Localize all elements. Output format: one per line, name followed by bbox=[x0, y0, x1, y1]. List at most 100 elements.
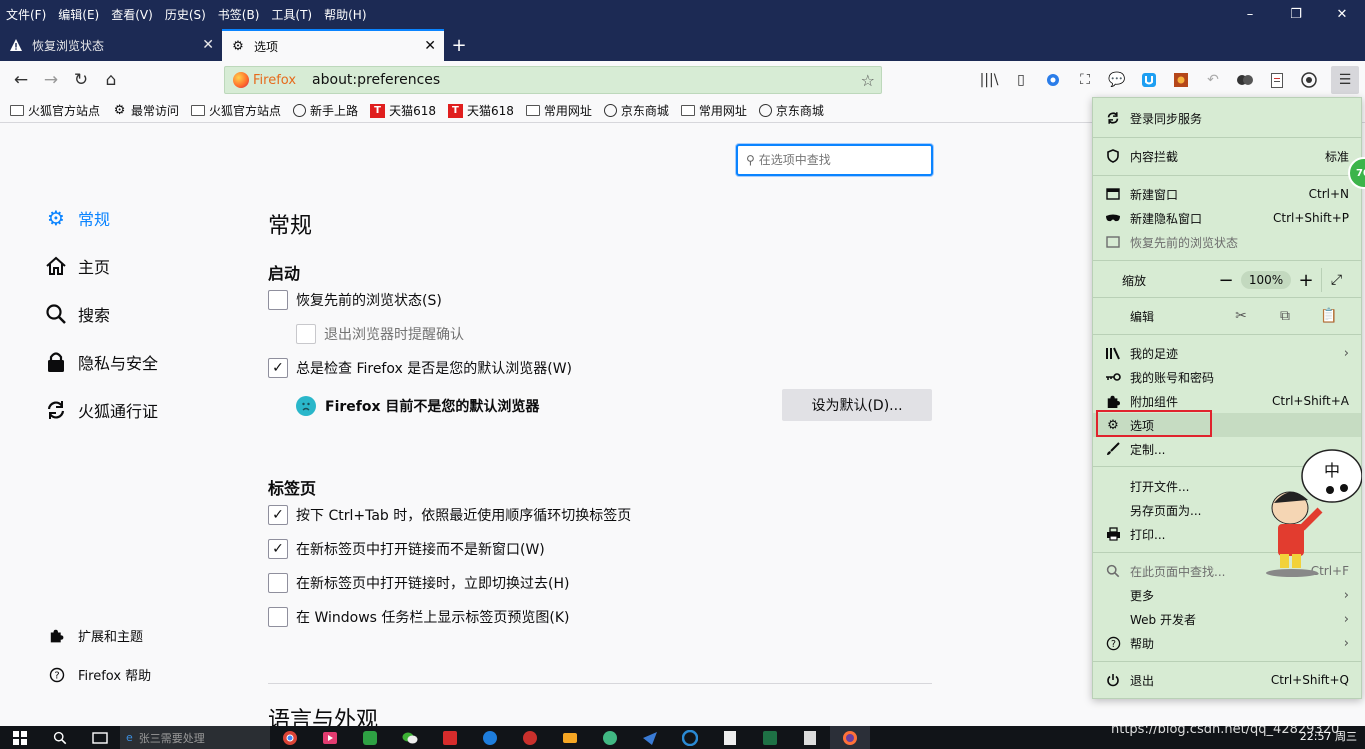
chrome-icon[interactable] bbox=[270, 726, 310, 749]
bookmark-item[interactable]: 常用网址 bbox=[680, 102, 747, 119]
search-icon[interactable] bbox=[40, 726, 80, 749]
bookmark-item[interactable]: 京东商城 bbox=[758, 102, 824, 119]
warn-on-quit-checkbox[interactable]: 退出浏览器时提醒确认 bbox=[296, 324, 464, 344]
firefox-icon[interactable] bbox=[830, 726, 870, 749]
menu-restore-session[interactable]: 恢复先前的浏览状态 bbox=[1093, 230, 1361, 254]
bookmark-item[interactable]: 火狐官方站点 bbox=[10, 102, 100, 119]
bookmark-item[interactable]: T 天猫618 bbox=[447, 102, 514, 119]
maximize-button[interactable]: ❐ bbox=[1273, 0, 1319, 29]
green-app-icon[interactable] bbox=[590, 726, 630, 749]
profile-icon[interactable] bbox=[1293, 61, 1325, 99]
pc-manager-icon[interactable] bbox=[350, 726, 390, 749]
menu-new-private-window[interactable]: 新建隐私窗口 Ctrl+Shift+P bbox=[1093, 206, 1361, 230]
close-icon[interactable]: ✕ bbox=[202, 37, 214, 53]
addon-icon[interactable] bbox=[1165, 61, 1197, 99]
cut-icon[interactable]: ✂ bbox=[1219, 308, 1263, 324]
zoom-in-button[interactable]: + bbox=[1291, 270, 1321, 291]
checkbox[interactable] bbox=[268, 573, 288, 593]
switch-to-tab-checkbox[interactable]: 在新标签页中打开链接时，立即切换过去(H) bbox=[268, 573, 569, 593]
taskbar-search-box[interactable]: e 张三需要处理 bbox=[120, 726, 270, 749]
open-new-tab-checkbox[interactable]: ✓ 在新标签页中打开链接而不是新窗口(W) bbox=[268, 539, 545, 559]
tab-options[interactable]: ⚙ 选项 ✕ bbox=[222, 29, 444, 61]
wechat-icon[interactable] bbox=[390, 726, 430, 749]
undo-icon[interactable]: ↶ bbox=[1197, 61, 1229, 99]
url-bar[interactable]: Firefox about:preferences ☆ bbox=[224, 66, 882, 94]
media-player-icon[interactable] bbox=[310, 726, 350, 749]
fullscreen-icon[interactable]: ⤢ bbox=[1321, 268, 1351, 292]
sidebar-item-home[interactable]: 主页 bbox=[44, 254, 110, 278]
netease-music-icon[interactable] bbox=[510, 726, 550, 749]
notes-app-icon[interactable] bbox=[710, 726, 750, 749]
menu-history[interactable]: 历史(S) bbox=[159, 6, 212, 24]
menu-bookmarks[interactable]: 书签(B) bbox=[212, 6, 266, 24]
preferences-search[interactable]: ⚲ bbox=[736, 144, 933, 176]
zoom-out-button[interactable]: − bbox=[1211, 270, 1241, 291]
youdao-icon[interactable] bbox=[430, 726, 470, 749]
document-icon[interactable] bbox=[1261, 61, 1293, 99]
menu-view[interactable]: 查看(V) bbox=[105, 6, 159, 24]
menu-button[interactable]: ☰ bbox=[1331, 66, 1359, 94]
tab-restore-session[interactable]: 恢复浏览状态 ✕ bbox=[0, 29, 222, 61]
ctrl-tab-checkbox[interactable]: ✓ 按下 Ctrl+Tab 时，依照最近使用顺序循环切换标签页 bbox=[268, 505, 631, 525]
reload-button[interactable]: ↻ bbox=[66, 65, 96, 95]
menu-edit[interactable]: 编辑(E) bbox=[52, 6, 105, 24]
paste-icon[interactable]: 📋 bbox=[1307, 308, 1351, 324]
bookmark-item[interactable]: ⚙ 最常访问 bbox=[112, 102, 179, 119]
extension-gear-icon[interactable] bbox=[1037, 61, 1069, 99]
checkbox[interactable] bbox=[268, 607, 288, 627]
restore-session-checkbox[interactable]: 恢复先前的浏览状态(S) bbox=[268, 290, 442, 310]
sidebar-item-help[interactable]: ? Firefox 帮助 bbox=[48, 665, 151, 684]
close-window-button[interactable]: ✕ bbox=[1319, 0, 1365, 29]
checkbox-checked[interactable]: ✓ bbox=[268, 358, 288, 378]
checkbox[interactable] bbox=[296, 324, 316, 344]
screenshot-icon[interactable]: ⛶ bbox=[1069, 61, 1101, 99]
bookmark-item[interactable]: 常用网址 bbox=[525, 102, 592, 119]
sidebar-item-search[interactable]: 搜索 bbox=[44, 302, 110, 326]
forward-button[interactable]: → bbox=[36, 65, 66, 95]
sidebar-item-extensions[interactable]: 扩展和主题 bbox=[48, 626, 143, 645]
sidebar-item-sync[interactable]: 火狐通行证 bbox=[44, 398, 158, 422]
menu-sync[interactable]: 登录同步服务 bbox=[1093, 106, 1361, 130]
menu-help[interactable]: 帮助(H) bbox=[318, 6, 372, 24]
edge-icon[interactable] bbox=[670, 726, 710, 749]
taskbar-preview-checkbox[interactable]: 在 Windows 任务栏上显示标签页预览图(K) bbox=[268, 607, 570, 627]
minimize-button[interactable]: – bbox=[1227, 0, 1273, 29]
excel-icon[interactable] bbox=[750, 726, 790, 749]
task-view-icon[interactable] bbox=[80, 726, 120, 749]
checkbox-checked[interactable]: ✓ bbox=[268, 505, 288, 525]
u-extension-icon[interactable] bbox=[1133, 61, 1165, 99]
menu-web-developer[interactable]: Web 开发者 › bbox=[1093, 607, 1361, 631]
sidebar-icon[interactable]: ▯ bbox=[1005, 61, 1037, 99]
home-button[interactable]: ⌂ bbox=[96, 65, 126, 95]
menu-tools[interactable]: 工具(T) bbox=[265, 6, 318, 24]
bookmark-item[interactable]: T 天猫618 bbox=[370, 102, 436, 119]
bookmark-item[interactable]: 火狐官方站点 bbox=[191, 102, 281, 119]
menu-new-window[interactable]: 新建窗口 Ctrl+N bbox=[1093, 182, 1361, 206]
feishu-icon[interactable] bbox=[630, 726, 670, 749]
zoom-reset-button[interactable]: 100% bbox=[1241, 271, 1291, 289]
copy-icon[interactable]: ⧉ bbox=[1263, 308, 1307, 324]
search-input[interactable] bbox=[758, 153, 919, 167]
menu-more[interactable]: 更多 › bbox=[1093, 583, 1361, 607]
set-default-button[interactable]: 设为默认(D)... bbox=[782, 389, 932, 421]
chat-icon[interactable]: 💬 bbox=[1101, 61, 1133, 99]
bookmark-star-icon[interactable]: ☆ bbox=[861, 71, 875, 90]
sidebar-item-privacy[interactable]: 隐私与安全 bbox=[44, 350, 158, 374]
photo-app-icon[interactable] bbox=[550, 726, 590, 749]
bookmark-item[interactable]: 京东商城 bbox=[603, 102, 669, 119]
kugou-icon[interactable] bbox=[470, 726, 510, 749]
typora-icon[interactable] bbox=[790, 726, 830, 749]
menu-file[interactable]: 文件(F) bbox=[0, 6, 52, 24]
new-tab-button[interactable]: + bbox=[444, 29, 474, 61]
library-icon[interactable]: |||\ bbox=[973, 61, 1005, 99]
mask-icon[interactable] bbox=[1229, 61, 1261, 99]
menu-help[interactable]: ? 帮助 › bbox=[1093, 631, 1361, 655]
close-icon[interactable]: ✕ bbox=[424, 38, 436, 54]
checkbox-checked[interactable]: ✓ bbox=[268, 539, 288, 559]
menu-library[interactable]: 我的足迹 › bbox=[1093, 341, 1361, 365]
menu-logins[interactable]: 我的账号和密码 bbox=[1093, 365, 1361, 389]
check-default-checkbox[interactable]: ✓ 总是检查 Firefox 是否是您的默认浏览器(W) bbox=[268, 358, 572, 378]
sidebar-item-general[interactable]: ⚙ 常规 bbox=[44, 206, 110, 230]
url-text[interactable]: about:preferences bbox=[312, 72, 440, 88]
checkbox[interactable] bbox=[268, 290, 288, 310]
